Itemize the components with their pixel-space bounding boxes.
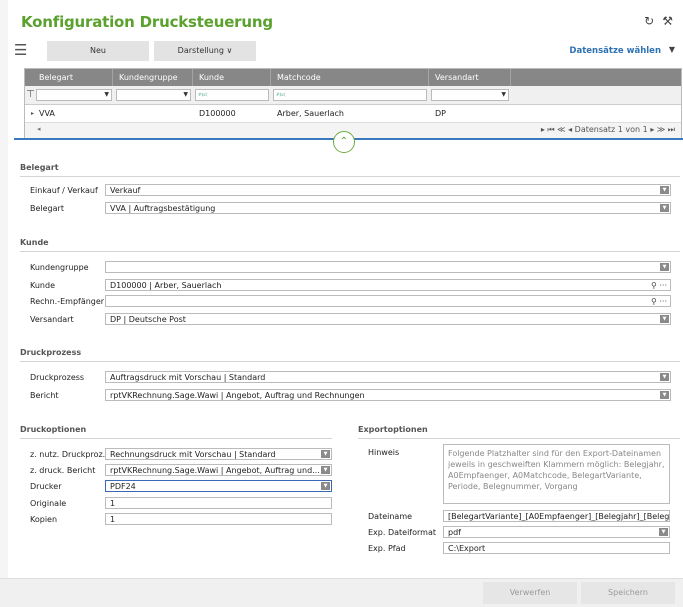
label-dateiname: Dateiname bbox=[368, 512, 413, 521]
scroll-left-icon[interactable]: ◂ bbox=[37, 125, 41, 133]
bericht-select[interactable]: rptVKRechnung.Sage.Wawi | Angebot, Auftr… bbox=[105, 389, 671, 401]
label-belegart: Belegart bbox=[30, 204, 64, 213]
label-drucker: Drucker bbox=[30, 482, 62, 491]
label-zdruck: z. druck. Bericht bbox=[30, 466, 96, 475]
view-button[interactable]: Darstellung ∨ bbox=[154, 41, 256, 61]
label-dateiformat: Exp. Dateiformat bbox=[368, 528, 436, 537]
search-more-icon[interactable]: ⚲ ··· bbox=[651, 296, 667, 306]
label-kopien: Kopien bbox=[30, 515, 58, 524]
column-header[interactable]: Matchcode bbox=[271, 69, 429, 86]
dropdown-icon: ▼ bbox=[660, 263, 669, 271]
section-kunde: Kunde bbox=[20, 238, 49, 247]
dropdown-icon: ▼ bbox=[660, 186, 669, 194]
einkauf-select[interactable]: Verkauf ▼ bbox=[105, 184, 671, 196]
save-button[interactable]: Speichern bbox=[581, 582, 675, 604]
filter-row: ⊤ ▼ ▼ #$c( #$c( ▼ bbox=[25, 86, 681, 105]
records-grid: Belegart Kundengruppe Kunde Matchcode Ve… bbox=[24, 68, 682, 140]
divider bbox=[20, 438, 332, 439]
dropdown-icon: ▼ bbox=[321, 450, 330, 458]
search-more-icon[interactable]: ⚲ ··· bbox=[651, 280, 667, 290]
top-icons: ↻ ⚒ bbox=[636, 14, 673, 28]
new-button[interactable]: Neu bbox=[47, 41, 149, 61]
label-originale: Originale bbox=[30, 499, 67, 508]
kunde-field[interactable]: D100000 | Arber, Sauerlach ⚲ ··· bbox=[105, 279, 671, 291]
pager-last-icon[interactable]: ▸ ≫ ⏭ bbox=[650, 125, 675, 134]
dropdown-icon: ▼ bbox=[104, 91, 109, 98]
dropdown-icon: ▼ bbox=[660, 391, 669, 399]
kundengruppe-select[interactable]: ▼ bbox=[105, 261, 671, 273]
hinweis-text: Folgende Platzhalter sind für den Export… bbox=[443, 444, 670, 504]
filter-versandart[interactable]: ▼ bbox=[431, 89, 509, 101]
dropdown-icon: ▼ bbox=[660, 204, 669, 212]
dropdown-icon: ▼ bbox=[660, 373, 669, 381]
cell-belegart[interactable]: VVA bbox=[33, 105, 55, 122]
filter-belegart[interactable]: ▼ bbox=[36, 89, 112, 101]
section-belegart: Belegart bbox=[20, 163, 59, 172]
menu-icon[interactable]: ☰ bbox=[14, 41, 27, 59]
pager-first-icon[interactable]: ▸ ⏮ ≪ ◂ bbox=[541, 125, 572, 134]
pager: ▸ ⏮ ≪ ◂ Datensatz 1 von 1 ▸ ≫ ⏭ bbox=[541, 125, 675, 135]
filter-kundengruppe[interactable]: ▼ bbox=[116, 89, 191, 101]
label-druckprozess: Druckprozess bbox=[30, 373, 85, 382]
section-druckoptionen: Druckoptionen bbox=[20, 425, 87, 434]
column-header[interactable]: Belegart bbox=[33, 69, 113, 86]
grid-header: Belegart Kundengruppe Kunde Matchcode Ve… bbox=[25, 69, 681, 86]
divider bbox=[20, 361, 680, 362]
select-records-link[interactable]: Datensätze wählen bbox=[569, 46, 661, 56]
page-title: Konfiguration Drucksteuerung bbox=[21, 13, 273, 31]
refresh-icon[interactable]: ↻ bbox=[644, 14, 654, 28]
table-row[interactable]: ▸ VVA D100000 Arber, Sauerlach DP bbox=[25, 105, 681, 123]
column-header[interactable]: Kunde bbox=[193, 69, 271, 86]
belegart-select[interactable]: VVA | Auftragsbestätigung ▼ bbox=[105, 202, 671, 214]
dropdown-icon: ▼ bbox=[660, 315, 669, 323]
label-kunde: Kunde bbox=[30, 281, 55, 290]
label-versandart: Versandart bbox=[30, 315, 74, 324]
zdruck-select[interactable]: rptVKRechnung.Sage.Wawi | Angebot, Auftr… bbox=[105, 464, 332, 476]
column-header[interactable]: Versandart bbox=[429, 69, 511, 86]
settings-wrench-icon[interactable]: ⚒ bbox=[662, 14, 673, 28]
dropdown-icon: ▼ bbox=[659, 528, 668, 536]
divider bbox=[358, 438, 680, 439]
discard-button[interactable]: Verwerfen bbox=[483, 582, 577, 604]
left-edge bbox=[0, 0, 8, 606]
label-pfad: Exp. Pfad bbox=[368, 544, 406, 553]
collapse-chevron-up-icon[interactable]: ⌃ bbox=[333, 131, 355, 153]
dropdown-icon: ▼ bbox=[321, 482, 330, 490]
record-info: Datensatz 1 von 1 bbox=[574, 125, 648, 134]
label-bericht: Bericht bbox=[30, 391, 59, 400]
originale-input[interactable]: 1 bbox=[105, 497, 332, 509]
label-rechn-empfaenger: Rechn.-Empfänger bbox=[30, 297, 105, 306]
dateiname-input[interactable]: [BelegartVariante]_[A0Empfaenger]_[Beleg… bbox=[443, 510, 670, 522]
section-druckprozess: Druckprozess bbox=[20, 348, 82, 357]
section-exportoptionen: Exportoptionen bbox=[358, 425, 428, 434]
caret-down-icon[interactable]: ▼ bbox=[669, 45, 675, 54]
kopien-input[interactable]: 1 bbox=[105, 513, 332, 525]
dropdown-icon: ▼ bbox=[501, 91, 506, 98]
dropdown-icon: ▼ bbox=[321, 466, 330, 474]
drucker-select[interactable]: PDF24 ▼ bbox=[105, 480, 332, 492]
divider bbox=[20, 176, 680, 177]
column-header[interactable]: Kundengruppe bbox=[113, 69, 193, 86]
filter-kunde[interactable]: #$c( bbox=[195, 89, 269, 101]
filter-icon[interactable]: ⊤ bbox=[26, 89, 35, 100]
label-kundengruppe: Kundengruppe bbox=[30, 263, 89, 272]
druckprozess-select[interactable]: Auftragsdruck mit Vorschau | Standard ▼ bbox=[105, 371, 671, 383]
label-einkauf: Einkauf / Verkauf bbox=[30, 186, 98, 195]
dropdown-icon: ▼ bbox=[183, 91, 188, 98]
dateiformat-select[interactable]: pdf ▼ bbox=[443, 526, 670, 538]
znutz-select[interactable]: Rechnungsdruck mit Vorschau | Standard ▼ bbox=[105, 448, 332, 460]
rechn-empfaenger-field[interactable]: ⚲ ··· bbox=[105, 295, 671, 307]
label-znutz: z. nutz. Druckproz. bbox=[30, 450, 106, 459]
pfad-input[interactable]: C:\Export bbox=[443, 542, 670, 554]
divider bbox=[20, 251, 680, 252]
versandart-select[interactable]: DP | Deutsche Post ▼ bbox=[105, 313, 671, 325]
label-hinweis: Hinweis bbox=[368, 448, 400, 457]
cell-matchcode[interactable]: Arber, Sauerlach bbox=[271, 105, 344, 122]
cell-kunde[interactable]: D100000 bbox=[193, 105, 236, 122]
filter-matchcode[interactable]: #$c( bbox=[273, 89, 427, 101]
cell-versandart[interactable]: DP bbox=[429, 105, 446, 122]
